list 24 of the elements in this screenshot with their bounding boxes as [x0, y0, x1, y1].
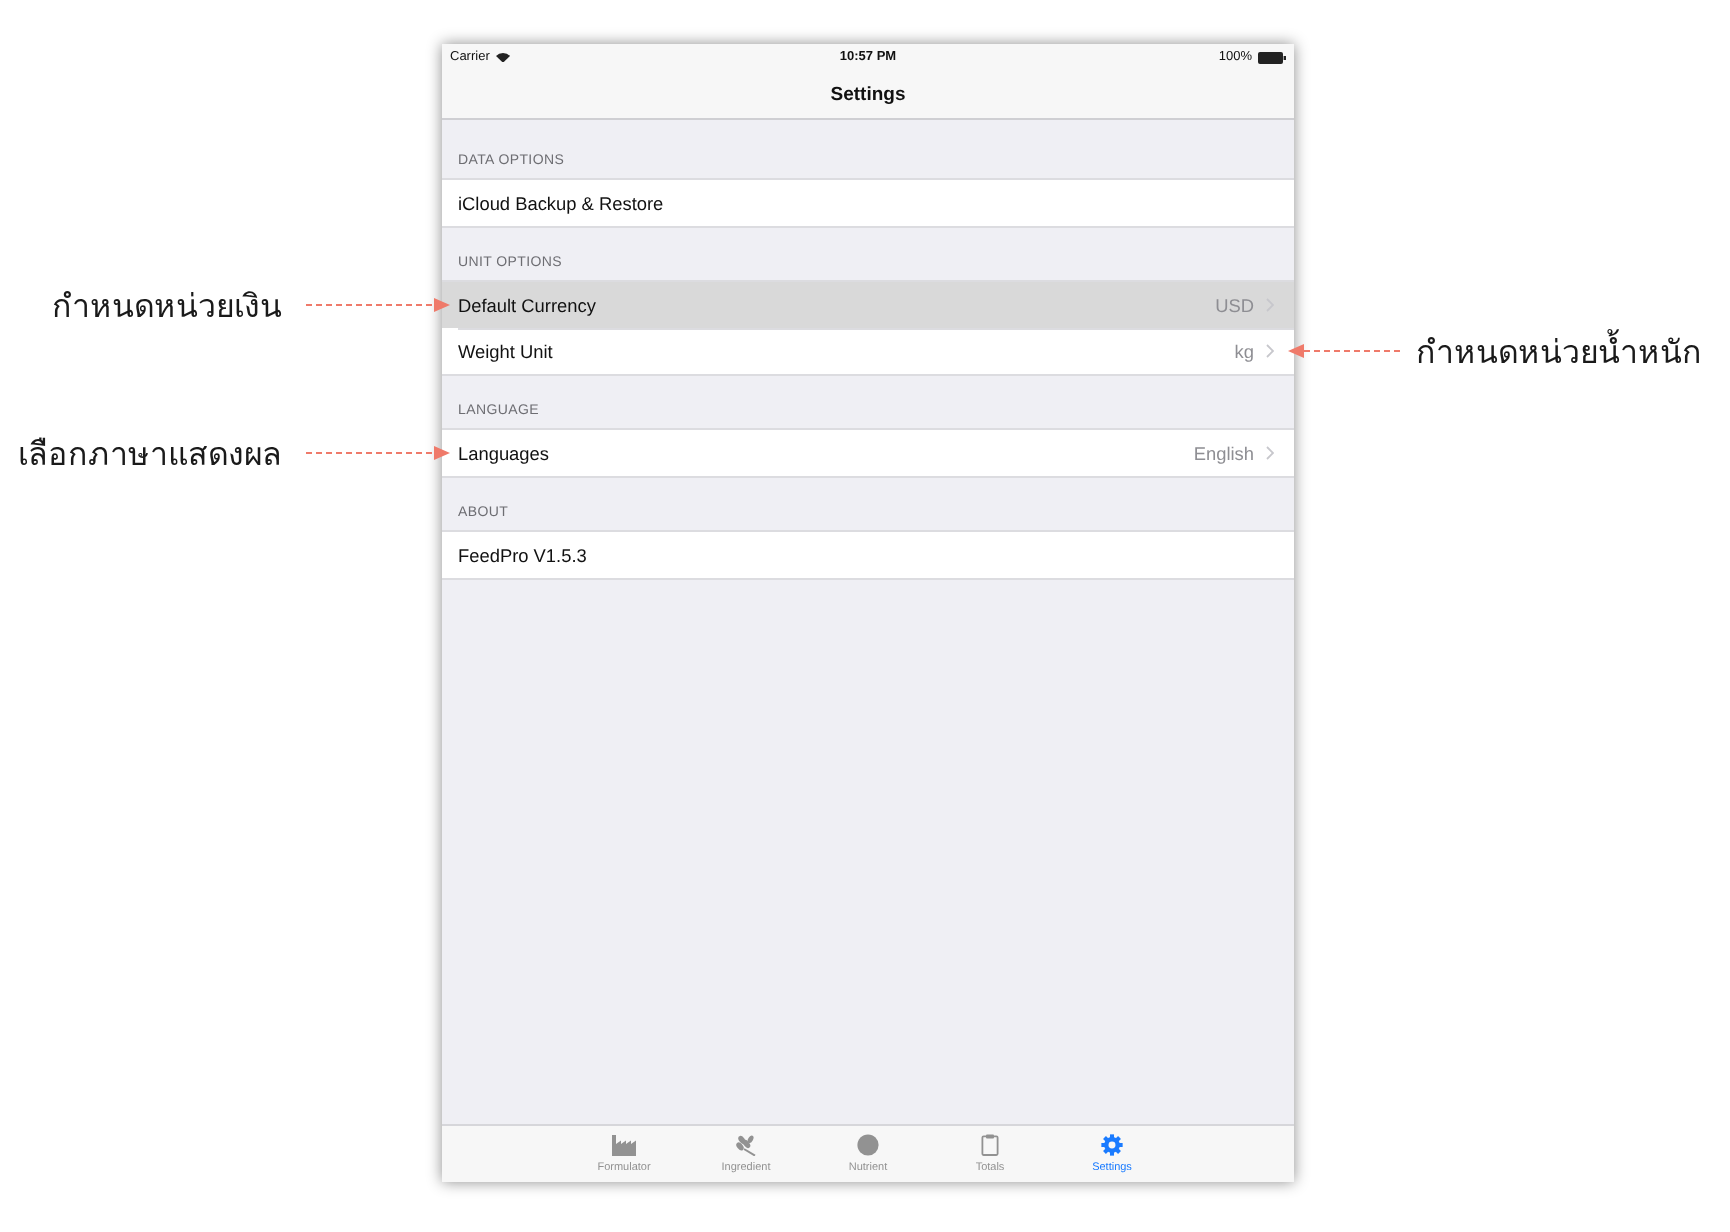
clipboard-icon — [978, 1134, 1002, 1156]
chevron-icon — [1266, 446, 1274, 460]
leader-arrow — [306, 297, 450, 313]
row-value: kg — [1234, 341, 1254, 361]
settings-row[interactable]: iCloud Backup & Restore — [442, 180, 1294, 226]
annotation-text: กำหนดหน่วยน้ำหนัก — [1416, 327, 1702, 374]
nav-title: Settings — [830, 83, 906, 105]
battery-icon — [1258, 51, 1286, 63]
settings-row[interactable]: Languages English — [442, 430, 1294, 476]
grain-icon — [734, 1134, 758, 1156]
chevron-icon — [1266, 344, 1274, 358]
row-value: English — [1193, 443, 1254, 463]
leader-arrow — [306, 445, 450, 461]
row-value: USD — [1215, 295, 1254, 315]
settings-row[interactable]: Default Currency USD — [442, 282, 1294, 328]
factory-icon — [612, 1134, 636, 1156]
wifi-icon — [495, 51, 510, 63]
settings-icon — [1100, 1134, 1124, 1156]
settings-row[interactable]: FeedPro V1.5.3 — [442, 532, 1294, 578]
circle-icon — [856, 1134, 880, 1156]
settings-row[interactable]: Weight Unit kg — [442, 328, 1294, 374]
annotation-text: กำหนดหน่วยเงิน — [52, 284, 282, 328]
leader-arrow — [1288, 343, 1400, 359]
annotation-text: เลือกภาษาแสดงผล — [18, 432, 282, 476]
